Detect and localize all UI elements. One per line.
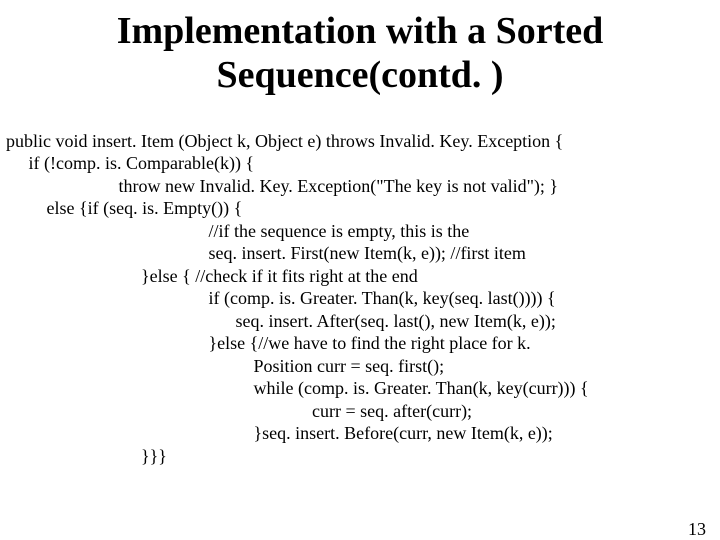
code-line: while (comp. is. Greater. Than(k, key(cu… xyxy=(6,378,589,398)
code-line: throw new Invalid. Key. Exception("The k… xyxy=(6,176,558,196)
title-line-2: Sequence(contd. ) xyxy=(216,54,503,96)
code-line: Position curr = seq. first(); xyxy=(6,356,444,376)
code-line: else {if (seq. is. Empty()) { xyxy=(6,198,242,218)
page-number: 13 xyxy=(688,519,706,540)
code-line: curr = seq. after(curr); xyxy=(6,401,472,421)
code-block: public void insert. Item (Object k, Obje… xyxy=(0,107,720,467)
title-line-1: Implementation with a Sorted xyxy=(117,10,604,52)
code-line: //if the sequence is empty, this is the xyxy=(6,221,469,241)
code-line: if (comp. is. Greater. Than(k, key(seq. … xyxy=(6,288,556,308)
code-line: if (!comp. is. Comparable(k)) { xyxy=(6,153,254,173)
code-line: }seq. insert. Before(curr, new Item(k, e… xyxy=(6,423,553,443)
code-line: }else { //check if it fits right at the … xyxy=(6,266,418,286)
slide: Implementation with a Sorted Sequence(co… xyxy=(0,10,720,540)
code-line: seq. insert. After(seq. last(), new Item… xyxy=(6,311,556,331)
code-line: public void insert. Item (Object k, Obje… xyxy=(6,131,563,151)
code-line: }else {//we have to find the right place… xyxy=(6,333,531,353)
code-line: }}} xyxy=(6,446,167,466)
code-line: seq. insert. First(new Item(k, e)); //fi… xyxy=(6,243,526,263)
slide-title: Implementation with a Sorted Sequence(co… xyxy=(0,10,720,97)
